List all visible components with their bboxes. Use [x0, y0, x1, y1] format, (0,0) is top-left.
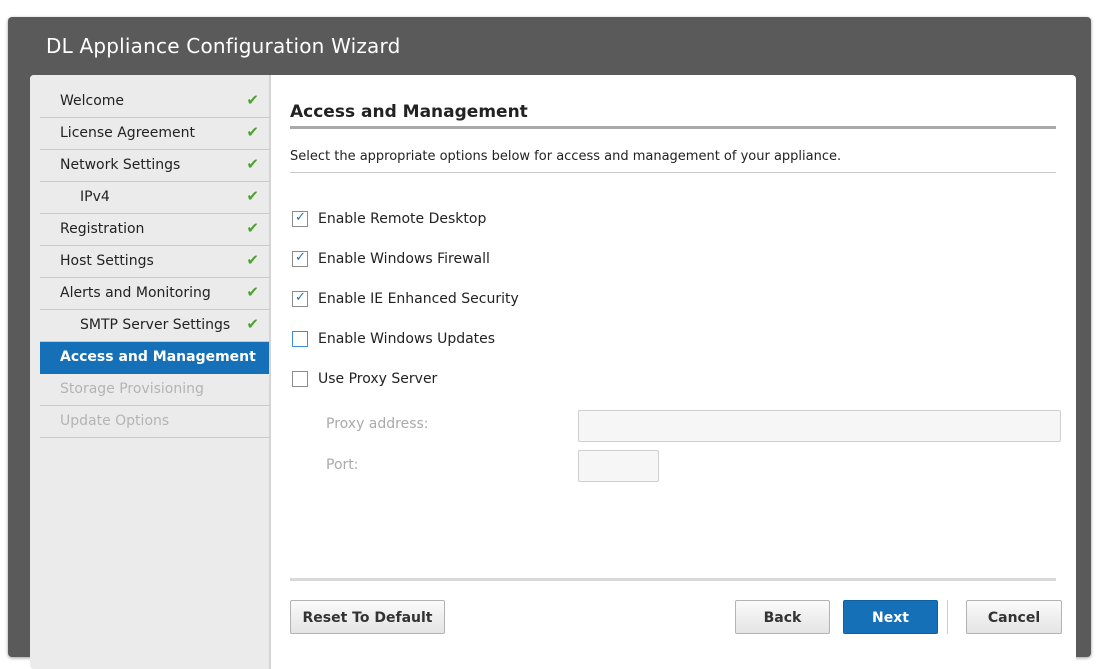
option-label: Use Proxy Server: [318, 371, 438, 387]
checkmark-icon: ✓: [295, 250, 306, 265]
cancel-button[interactable]: Cancel: [966, 600, 1062, 634]
step-list: Welcome ✔ License Agreement ✔ Network Se…: [40, 86, 269, 438]
sidebar-item-label: Welcome: [60, 93, 125, 109]
sidebar-item-license-agreement[interactable]: License Agreement ✔: [40, 118, 269, 150]
sidebar: Welcome ✔ License Agreement ✔ Network Se…: [30, 75, 271, 669]
option-label: Enable IE Enhanced Security: [318, 291, 519, 307]
sidebar-item-network-settings[interactable]: Network Settings ✔: [40, 150, 269, 182]
button-separator: [947, 600, 948, 634]
check-icon: ✔: [246, 315, 259, 333]
sidebar-item-access-and-management[interactable]: Access and Management: [40, 342, 269, 374]
proxy-address-label: Proxy address:: [326, 416, 429, 432]
check-icon: ✔: [246, 283, 259, 301]
wizard-frame: Welcome ✔ License Agreement ✔ Network Se…: [30, 75, 1076, 669]
back-button[interactable]: Back: [735, 600, 830, 634]
check-icon: ✔: [246, 251, 259, 269]
sidebar-item-label: Registration: [60, 221, 145, 237]
check-icon: ✔: [246, 123, 259, 141]
sidebar-item-label: Update Options: [60, 413, 170, 429]
option-label: Enable Remote Desktop: [318, 211, 487, 227]
description-divider: [290, 172, 1056, 173]
sidebar-item-alerts-and-monitoring[interactable]: Alerts and Monitoring ✔: [40, 278, 269, 310]
option-label: Enable Windows Updates: [318, 331, 496, 347]
page-description: Select the appropriate options below for…: [290, 149, 842, 164]
main-content: Access and Management Select the appropr…: [290, 75, 1062, 669]
page-title: Access and Management: [290, 102, 528, 122]
sidebar-item-label: Storage Provisioning: [60, 381, 204, 397]
remote-desktop-checkbox[interactable]: ✓: [292, 210, 308, 227]
sidebar-item-ipv4[interactable]: IPv4 ✔: [40, 182, 269, 214]
sidebar-item-label: Access and Management: [60, 349, 256, 365]
sidebar-item-storage-provisioning: Storage Provisioning: [40, 374, 269, 406]
sidebar-item-registration[interactable]: Registration ✔: [40, 214, 269, 246]
footer-divider: [290, 578, 1056, 581]
sidebar-item-label: Network Settings: [60, 157, 181, 173]
check-icon: ✔: [246, 155, 259, 173]
check-icon: ✔: [246, 187, 259, 205]
port-label: Port:: [326, 457, 359, 473]
windows-firewall-checkbox[interactable]: ✓: [292, 250, 308, 267]
sidebar-item-smtp-server-settings[interactable]: SMTP Server Settings ✔: [40, 310, 269, 342]
check-icon: ✔: [246, 91, 259, 109]
checkmark-icon: ✓: [295, 210, 306, 225]
ie-enhanced-security-checkbox[interactable]: ✓: [292, 290, 308, 307]
sidebar-item-label: Host Settings: [60, 253, 154, 269]
proxy-server-checkbox[interactable]: [292, 371, 308, 387]
heading-divider: [290, 126, 1056, 129]
next-button[interactable]: Next: [843, 600, 938, 634]
checkmark-icon: ✓: [295, 290, 306, 305]
reset-to-default-button[interactable]: Reset To Default: [290, 600, 445, 634]
sidebar-item-welcome[interactable]: Welcome ✔: [40, 86, 269, 118]
port-input[interactable]: [578, 450, 659, 482]
window-title: DL Appliance Configuration Wizard: [46, 34, 401, 58]
proxy-address-input[interactable]: [578, 410, 1061, 442]
windows-updates-checkbox[interactable]: [292, 331, 308, 347]
sidebar-item-label: IPv4: [80, 189, 110, 205]
sidebar-item-label: License Agreement: [60, 125, 195, 141]
sidebar-item-label: Alerts and Monitoring: [60, 285, 211, 301]
sidebar-item-label: SMTP Server Settings: [80, 317, 231, 333]
sidebar-item-update-options: Update Options: [40, 406, 269, 438]
option-label: Enable Windows Firewall: [318, 251, 490, 267]
wizard-window: DL Appliance Configuration Wizard Welcom…: [8, 17, 1091, 669]
check-icon: ✔: [246, 219, 259, 237]
sidebar-item-host-settings[interactable]: Host Settings ✔: [40, 246, 269, 278]
